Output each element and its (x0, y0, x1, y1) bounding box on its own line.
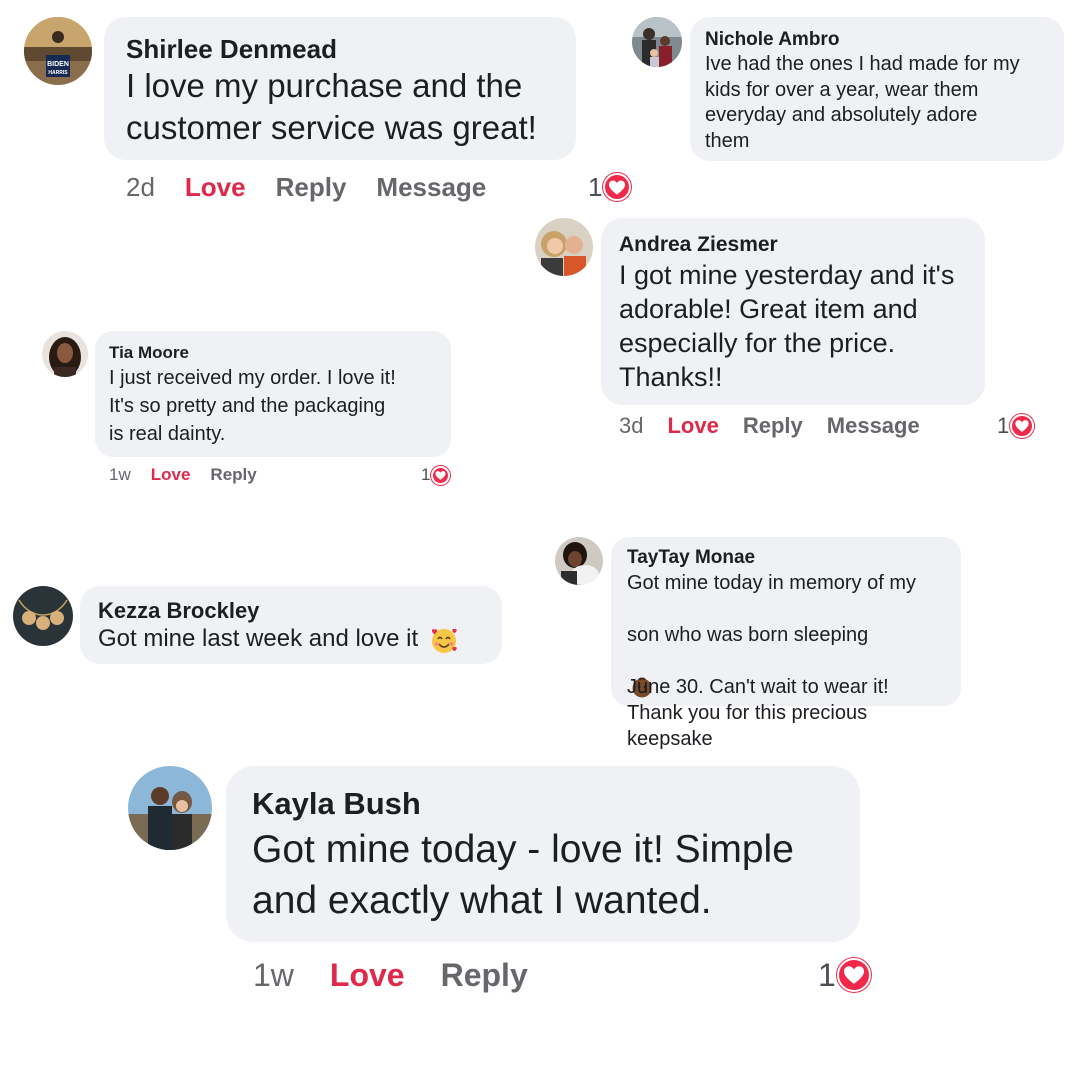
reaction-count[interactable]: 1 (588, 170, 632, 204)
heart-icon (1010, 414, 1035, 438)
reaction-number: 1 (818, 957, 836, 993)
heart-icon (603, 173, 632, 201)
comment-bubble: Tia Moore I just received my order. I lo… (95, 331, 451, 457)
comment-text: Got mine today - love it! Simple and exa… (252, 828, 794, 922)
avatar[interactable] (128, 766, 212, 850)
avatar[interactable]: BIDEN HARRIS (24, 17, 92, 85)
love-button[interactable]: Love (185, 170, 246, 204)
comment-bubble: Andrea Ziesmer I got mine yesterday and … (601, 218, 985, 405)
love-button[interactable]: Love (667, 411, 718, 441)
comment-text: I just received my order. I love it! It'… (109, 367, 396, 445)
commenter-name[interactable]: Andrea Ziesmer (619, 231, 967, 258)
avatar-photo (555, 537, 603, 585)
comment-text: Ive had the ones I had made for my kids … (705, 53, 1020, 152)
avatar-text-bottom: HARRIS (48, 70, 68, 76)
reply-button[interactable]: Reply (441, 954, 528, 996)
avatar-photo (128, 766, 212, 850)
comment-text: I got mine yesterday and it's adorable! … (619, 260, 955, 392)
reviews-collage: BIDEN HARRIS Shirlee Denmead I love my p… (0, 0, 1080, 1080)
smiling-face-with-hearts-icon (429, 625, 459, 655)
commenter-name[interactable]: Tia Moore (109, 342, 437, 364)
commenter-name[interactable]: Kezza Brockley (98, 597, 484, 624)
baby-emoji-icon (631, 651, 653, 698)
avatar[interactable] (632, 17, 682, 67)
comment-text-segment: son who was born sleeping (627, 624, 869, 646)
reaction-count[interactable]: 1 (421, 463, 451, 487)
avatar-photo (13, 586, 73, 646)
reaction-number: 1 (421, 465, 431, 484)
comment-bubble: TayTay Monae Got mine today in memory of… (611, 537, 961, 750)
message-button[interactable]: Message (827, 411, 920, 441)
reaction-count[interactable]: 1 (997, 411, 1035, 441)
heart-icon (431, 465, 451, 485)
avatar-photo: BIDEN HARRIS (24, 17, 92, 85)
avatar[interactable] (13, 586, 73, 646)
love-button[interactable]: Love (151, 463, 191, 487)
avatar-photo (632, 17, 682, 67)
avatar[interactable] (42, 331, 88, 377)
commenter-name[interactable]: Shirlee Denmead (126, 33, 554, 65)
reply-button[interactable]: Reply (276, 170, 347, 204)
comment-text-line-2: son who was born sleeping (627, 596, 945, 698)
comment-time[interactable]: 1w (109, 463, 131, 487)
comment-actions: 3d Love Reply Message (619, 411, 920, 441)
commenter-name[interactable]: Nichole Ambro (705, 27, 1048, 52)
reply-button[interactable]: Reply (743, 411, 803, 441)
avatar[interactable] (535, 218, 593, 276)
avatar[interactable] (555, 537, 603, 585)
comment-text: I love my purchase and the customer serv… (126, 67, 537, 146)
comment-bubble: Nichole Ambro Ive had the ones I had mad… (690, 17, 1064, 161)
love-button[interactable]: Love (330, 954, 405, 996)
comment-actions: 1w Love Reply (109, 463, 257, 487)
avatar-text-top: BIDEN (47, 61, 69, 68)
reaction-count[interactable]: 1 (818, 954, 871, 996)
comment-time[interactable]: 1w (253, 954, 294, 996)
message-button[interactable]: Message (376, 170, 486, 204)
reaction-number: 1 (997, 413, 1010, 438)
reaction-number: 1 (588, 172, 603, 202)
commenter-name[interactable]: TayTay Monae (627, 546, 945, 570)
heart-icon (836, 958, 871, 992)
avatar-photo (42, 331, 88, 377)
comment-time[interactable]: 3d (619, 411, 643, 441)
comment-text: Got mine last week and love it (98, 625, 419, 652)
commenter-name[interactable]: Kayla Bush (252, 784, 834, 824)
comment-text-rest: June 30. Can't wait to wear it! Thank yo… (627, 676, 889, 750)
avatar-photo (535, 218, 593, 276)
reply-button[interactable]: Reply (210, 463, 256, 487)
comment-bubble: Shirlee Denmead I love my purchase and t… (104, 17, 576, 160)
comment-actions: 2d Love Reply Message (126, 170, 486, 204)
comment-text-line-1: Got mine today in memory of my (627, 572, 916, 594)
comment-bubble: Kezza Brockley Got mine last week and lo… (80, 586, 502, 664)
comment-text-line: Got mine last week and love it (98, 624, 484, 655)
comment-bubble: Kayla Bush Got mine today - love it! Sim… (226, 766, 860, 942)
comment-time[interactable]: 2d (126, 170, 155, 204)
comment-actions: 1w Love Reply (253, 954, 528, 996)
